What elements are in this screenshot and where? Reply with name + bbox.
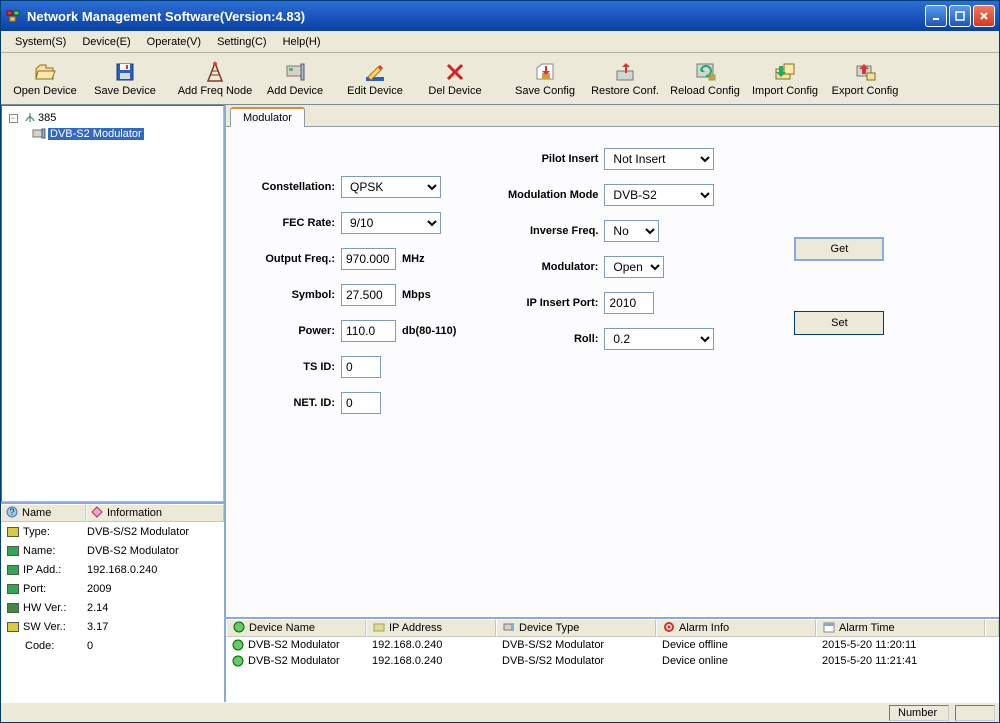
floppy-icon <box>114 61 136 83</box>
pencil-icon <box>364 61 386 83</box>
left-pane: − 385 DVB-S2 Modulator ? Name Informatio… <box>1 105 226 702</box>
collapse-icon[interactable]: − <box>9 114 18 123</box>
tower-icon <box>204 61 226 83</box>
app-title: Network Management Software(Version:4.83… <box>27 9 305 24</box>
signal-icon <box>24 111 36 126</box>
device-icon <box>284 61 306 83</box>
import-config-button[interactable]: Import Config <box>745 55 825 103</box>
info-row: IP Add.:192.168.0.240 <box>7 562 218 578</box>
menu-bar: System(S) Device(E) Operate(V) Setting(C… <box>1 31 999 53</box>
info-row: SW Ver.:3.17 <box>7 619 218 635</box>
power-input[interactable] <box>341 320 396 342</box>
export-icon <box>854 61 876 83</box>
fec-rate-select[interactable]: 9/10 <box>341 212 441 234</box>
info-row: Code:0 <box>7 638 218 654</box>
status-bar: Number <box>1 702 999 722</box>
menu-setting[interactable]: Setting(C) <box>209 34 275 50</box>
info-body: Type:DVB-S/S2 Modulator Name:DVB-S2 Modul… <box>1 522 224 702</box>
info-row: HW Ver.:2.14 <box>7 600 218 616</box>
add-freq-node-button[interactable]: Add Freq Node <box>175 55 255 103</box>
modulator-panel: Constellation:QPSK FEC Rate:9/10 Output … <box>226 127 999 617</box>
device-small-icon <box>503 621 515 636</box>
info-row-icon <box>7 565 19 575</box>
net-id-input[interactable] <box>341 392 381 414</box>
info-row-icon <box>7 603 19 613</box>
save-config-icon <box>534 61 556 83</box>
minimize-button[interactable] <box>925 5 947 27</box>
menu-system[interactable]: System(S) <box>7 34 74 50</box>
tab-strip: Modulator <box>226 105 999 127</box>
info-row: Port:2009 <box>7 581 218 597</box>
reload-config-button[interactable]: Reload Config <box>665 55 745 103</box>
export-config-button[interactable]: Export Config <box>825 55 905 103</box>
del-device-button[interactable]: Del Device <box>415 55 495 103</box>
svg-text:?: ? <box>9 507 14 517</box>
close-button[interactable] <box>973 5 995 27</box>
gear-red-icon <box>663 621 675 636</box>
card-icon <box>373 621 385 636</box>
table-row[interactable]: DVB-S2 Modulator192.168.0.240DVB-S/S2 Mo… <box>226 637 999 653</box>
right-pane: Modulator Constellation:QPSK FEC Rate:9/… <box>226 105 999 702</box>
info-row: Name:DVB-S2 Modulator <box>7 543 218 559</box>
info-header: ? Name Information <box>1 504 224 522</box>
delete-x-icon <box>444 61 466 83</box>
reload-icon <box>694 61 716 83</box>
toolbar: Open Device Save Device Add Freq Node Ad… <box>1 53 999 105</box>
restore-conf-button[interactable]: Restore Conf. <box>585 55 665 103</box>
inverse-freq-select[interactable]: No <box>604 220 659 242</box>
ip-insert-port-input[interactable] <box>604 292 654 314</box>
content-area: − 385 DVB-S2 Modulator ? Name Informatio… <box>1 105 999 702</box>
info-row-icon <box>7 584 19 594</box>
symbol-input[interactable] <box>341 284 396 306</box>
roll-select[interactable]: 0.2 <box>604 328 714 350</box>
add-device-button[interactable]: Add Device <box>255 55 335 103</box>
device-table: Device Name IP Address Device Type Alarm… <box>226 617 999 702</box>
info-panel: ? Name Information Type:DVB-S/S2 Modulat… <box>1 502 224 702</box>
status-number: Number <box>889 705 949 721</box>
import-icon <box>774 61 796 83</box>
modulator-select[interactable]: Open <box>604 256 664 278</box>
calendar-icon <box>823 621 835 636</box>
save-config-button[interactable]: Save Config <box>505 55 585 103</box>
maximize-button[interactable] <box>949 5 971 27</box>
device-table-body: DVB-S2 Modulator192.168.0.240DVB-S/S2 Mo… <box>226 637 999 702</box>
open-device-button[interactable]: Open Device <box>5 55 85 103</box>
edit-device-button[interactable]: Edit Device <box>335 55 415 103</box>
output-freq-input[interactable] <box>341 248 396 270</box>
get-button[interactable]: Get <box>794 237 884 261</box>
device-tree[interactable]: − 385 DVB-S2 Modulator <box>1 105 224 502</box>
menu-operate[interactable]: Operate(V) <box>139 34 209 50</box>
ts-id-input[interactable] <box>341 356 381 378</box>
status-empty <box>955 705 995 721</box>
modulator-icon <box>32 127 46 142</box>
info-row-icon <box>7 546 19 556</box>
tree-root[interactable]: − 385 <box>4 110 221 126</box>
device-table-header: Device Name IP Address Device Type Alarm… <box>226 619 999 637</box>
menu-help[interactable]: Help(H) <box>275 34 329 50</box>
table-row[interactable]: DVB-S2 Modulator192.168.0.240DVB-S/S2 Mo… <box>226 653 999 669</box>
info-row: Type:DVB-S/S2 Modulator <box>7 524 218 540</box>
tree-item-modulator[interactable]: DVB-S2 Modulator <box>4 126 221 142</box>
help-icon: ? <box>6 506 18 521</box>
diamond-icon <box>91 506 103 521</box>
pilot-insert-select[interactable]: Not Insert <box>604 148 714 170</box>
modulation-mode-select[interactable]: DVB-S2 <box>604 184 714 206</box>
open-folder-icon <box>34 61 56 83</box>
constellation-select[interactable]: QPSK <box>341 176 441 198</box>
info-row-icon <box>7 527 19 537</box>
globe-green-icon <box>233 621 245 636</box>
app-icon <box>5 8 21 24</box>
save-device-button[interactable]: Save Device <box>85 55 165 103</box>
info-row-icon <box>7 622 19 632</box>
restore-icon <box>614 61 636 83</box>
set-button[interactable]: Set <box>794 311 884 335</box>
tab-modulator[interactable]: Modulator <box>230 107 305 127</box>
title-bar: Network Management Software(Version:4.83… <box>1 1 999 31</box>
menu-device[interactable]: Device(E) <box>74 34 138 50</box>
